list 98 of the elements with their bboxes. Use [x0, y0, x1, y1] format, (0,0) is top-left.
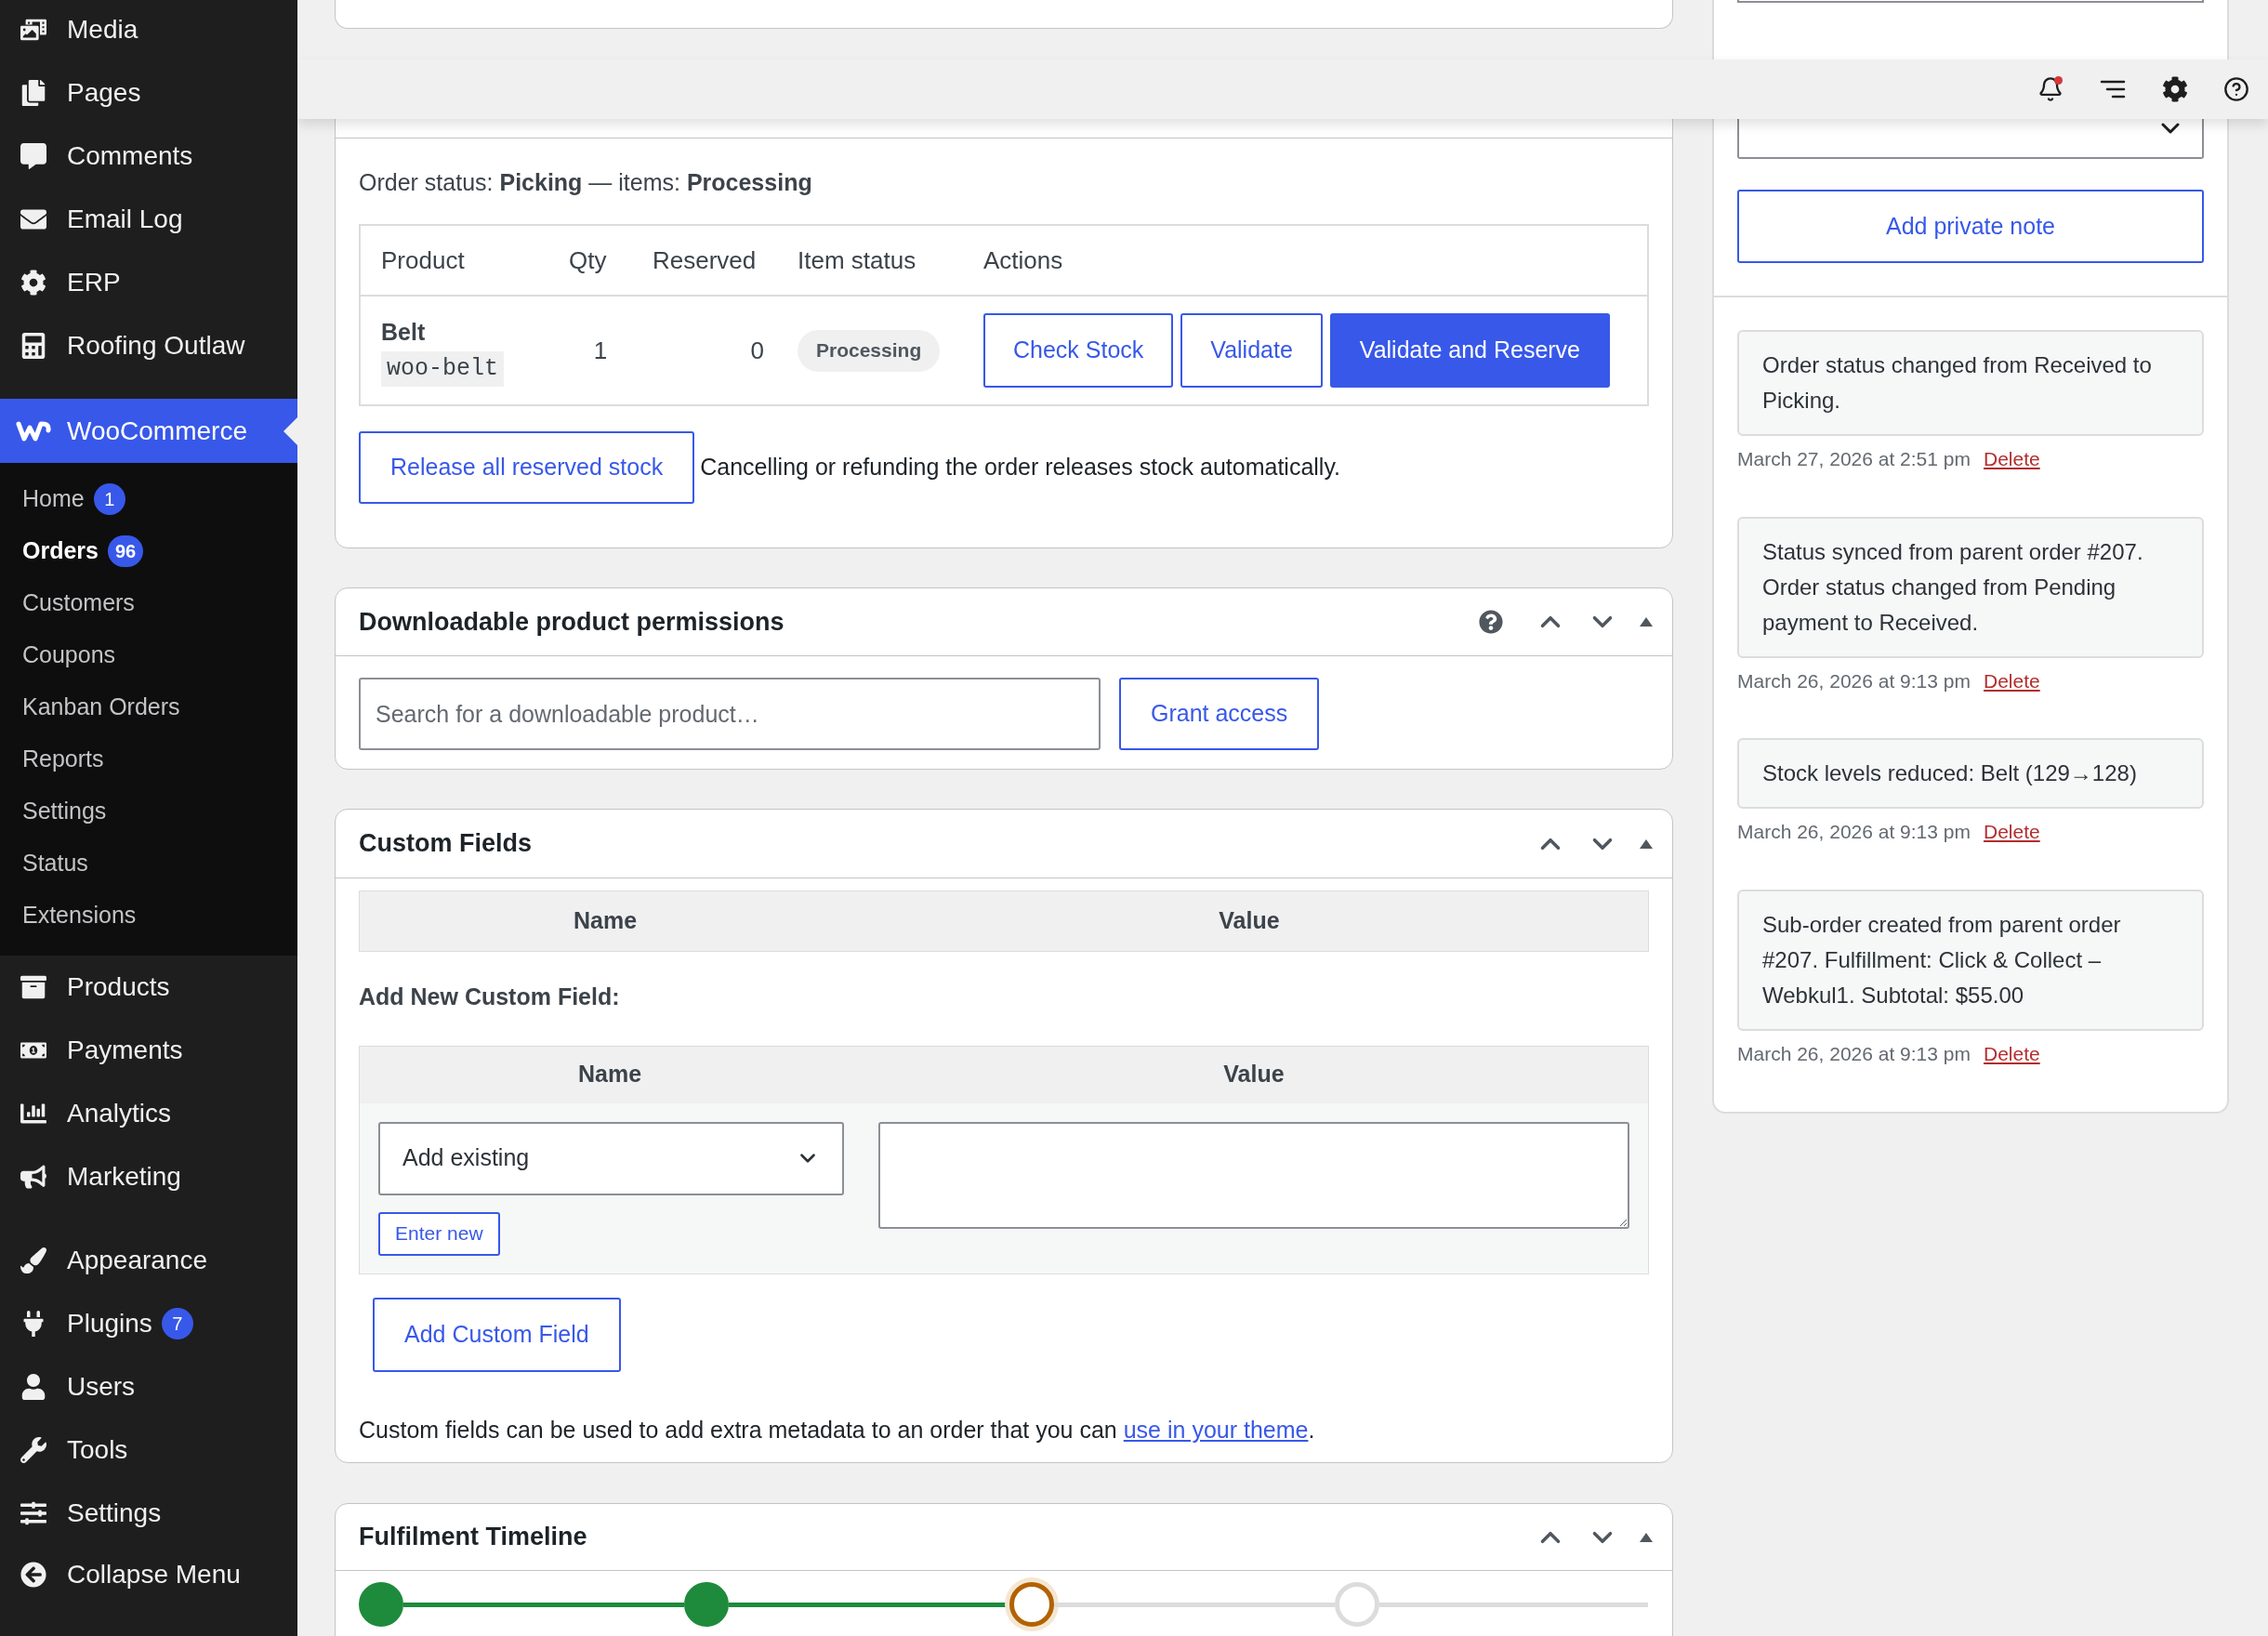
table-cell-text: 0 [750, 335, 765, 366]
menu-item[interactable]: Analytics [0, 1082, 297, 1145]
note-text: Stock levels reduced: Belt (129→128) [1762, 759, 2138, 787]
column-header: Name [573, 906, 638, 936]
add-custom-field-button[interactable]: Add Custom Field [373, 1297, 621, 1372]
delete-link[interactable]: Delete [1984, 666, 2040, 695]
menu-pointer [284, 417, 297, 445]
chevron-down-icon [2161, 123, 2180, 134]
toggle-triangle-icon[interactable] [1639, 838, 1654, 850]
order-status-text: Order status: Picking — items: Processing [359, 168, 813, 196]
sliders-icon [20, 1500, 46, 1526]
enter-new-button[interactable]: Enter new [378, 1211, 500, 1256]
column-header: Product [380, 244, 465, 276]
status-badge: Processing [798, 329, 941, 372]
section-label: Add New Custom Field: [359, 983, 621, 1011]
submenu-item[interactable]: Settings [0, 785, 297, 838]
count-badge: 1 [93, 483, 125, 515]
dropdown-field[interactable] [1737, 0, 2204, 3]
menu-item[interactable]: Tools [0, 1418, 297, 1482]
help-icon [1479, 610, 1503, 634]
submenu-item[interactable]: Home 1 [0, 473, 297, 525]
note-date: March 26, 2026 at 9:13 pm [1737, 820, 1971, 844]
gear-icon [20, 270, 46, 296]
column-header: Value [1219, 906, 1280, 936]
help-text: Custom fields can be used to add extra metadata to an order that you can use in your theme. [359, 1415, 1316, 1445]
action-button[interactable]: Validate and Reserve [1329, 313, 1611, 388]
menu-item[interactable]: Appearance [0, 1229, 297, 1292]
menu-item[interactable]: Settings [0, 1482, 297, 1545]
count-badge: 96 [108, 535, 144, 567]
list-icon[interactable] [2099, 78, 2127, 100]
menu-item[interactable]: Payments [0, 1019, 297, 1082]
submenu-item[interactable]: Customers [0, 577, 297, 629]
visibility-select[interactable] [1737, 119, 2204, 159]
action-button[interactable]: Validate [1180, 313, 1323, 388]
toggle-triangle-icon[interactable] [1639, 616, 1654, 627]
menu-item[interactable]: Media [0, 0, 297, 61]
menu-item[interactable]: Pages [0, 61, 297, 125]
card-title: Downloadable product permissions [359, 606, 785, 638]
menu-item[interactable]: Email Log [0, 188, 297, 251]
settings-icon [2162, 76, 2188, 102]
delete-link[interactable]: Delete [1984, 1038, 2040, 1068]
count-badge: 7 [161, 1308, 193, 1339]
menu-item[interactable]: Marketing [0, 1145, 297, 1208]
note-date: March 26, 2026 at 9:13 pm [1737, 668, 1971, 693]
archive-box-icon [20, 974, 46, 1000]
note-text: Sub-order created from parent order #207. Fulfillment: Click & Collect – Webkul1. Subtotal: $55.00 [1762, 910, 2122, 1009]
submenu-item[interactable]: Coupons [0, 629, 297, 681]
product-name: Belt [381, 317, 426, 347]
submenu-item[interactable]: Reports [0, 733, 297, 785]
calculator-icon [20, 333, 46, 359]
action-button[interactable]: Check Stock [983, 313, 1174, 388]
note-date: March 27, 2026 at 2:51 pm [1737, 447, 1971, 471]
toggle-triangle-icon[interactable] [1639, 1531, 1654, 1543]
add-note-button[interactable]: Add private note [1737, 190, 2204, 263]
card-title: Fulfilment Timeline [359, 1522, 587, 1553]
documents-icon [20, 80, 46, 106]
search-field[interactable]: Search for a downloadable product… [359, 678, 1101, 750]
paintbrush-icon [20, 1247, 46, 1273]
column-header: Item status [797, 244, 916, 276]
grant-access-button[interactable]: Grant access [1119, 678, 1320, 750]
value-field[interactable] [878, 1121, 1629, 1229]
sku-code: woo-belt [381, 351, 505, 387]
menu-item[interactable]: Comments [0, 125, 297, 188]
wrench-icon [20, 1437, 46, 1463]
column-header: Qty [568, 244, 607, 276]
help-icon[interactable] [2223, 76, 2249, 102]
card-title: Custom Fields [359, 828, 533, 860]
submenu-item[interactable]: Extensions [0, 890, 297, 942]
logo-icon [16, 420, 51, 442]
megaphone-icon [20, 1164, 46, 1190]
menu-item[interactable]: WooCommerce [0, 399, 297, 463]
theme-link[interactable]: use in your theme [1123, 1416, 1309, 1443]
release-stock-button[interactable]: Release all reserved stock [359, 431, 695, 504]
note-text: Order status changed from Received to Picking. [1762, 351, 2153, 415]
menu-item[interactable]: ERP [0, 251, 297, 314]
submenu-item[interactable]: Kanban Orders [0, 681, 297, 733]
menu-item[interactable]: Plugins 7 [0, 1292, 297, 1355]
menu-item[interactable]: Collapse Menu [0, 1545, 297, 1604]
menu-item[interactable]: Users [0, 1355, 297, 1418]
user-icon [20, 1374, 46, 1400]
submenu-item[interactable]: Orders 96 [0, 525, 297, 577]
column-header: Actions [982, 244, 1063, 276]
delete-link[interactable]: Delete [1984, 444, 2040, 474]
menu-item[interactable]: Roofing Outlaw [0, 314, 297, 377]
photos-icon [20, 17, 46, 43]
table-cell-text: 1 [592, 335, 608, 366]
release-note-text: Cancelling or refunding the order releases stock automatically. [700, 453, 1340, 482]
menu-item[interactable]: Products [0, 956, 297, 1019]
column-header: Value [1223, 1060, 1285, 1089]
column-header: Name [577, 1060, 642, 1089]
key-select[interactable]: Add existing [378, 1121, 844, 1195]
submenu-item[interactable]: Status [0, 838, 297, 890]
column-header: Reserved [652, 244, 757, 276]
note-date: March 26, 2026 at 9:13 pm [1737, 1041, 1971, 1066]
bell-icon[interactable] [2037, 76, 2064, 102]
note-text: Status synced from parent order #207. Order status changed from Pending payment to Received. [1762, 537, 2144, 637]
speech-bubble-icon [20, 143, 46, 169]
delete-link[interactable]: Delete [1984, 817, 2040, 847]
